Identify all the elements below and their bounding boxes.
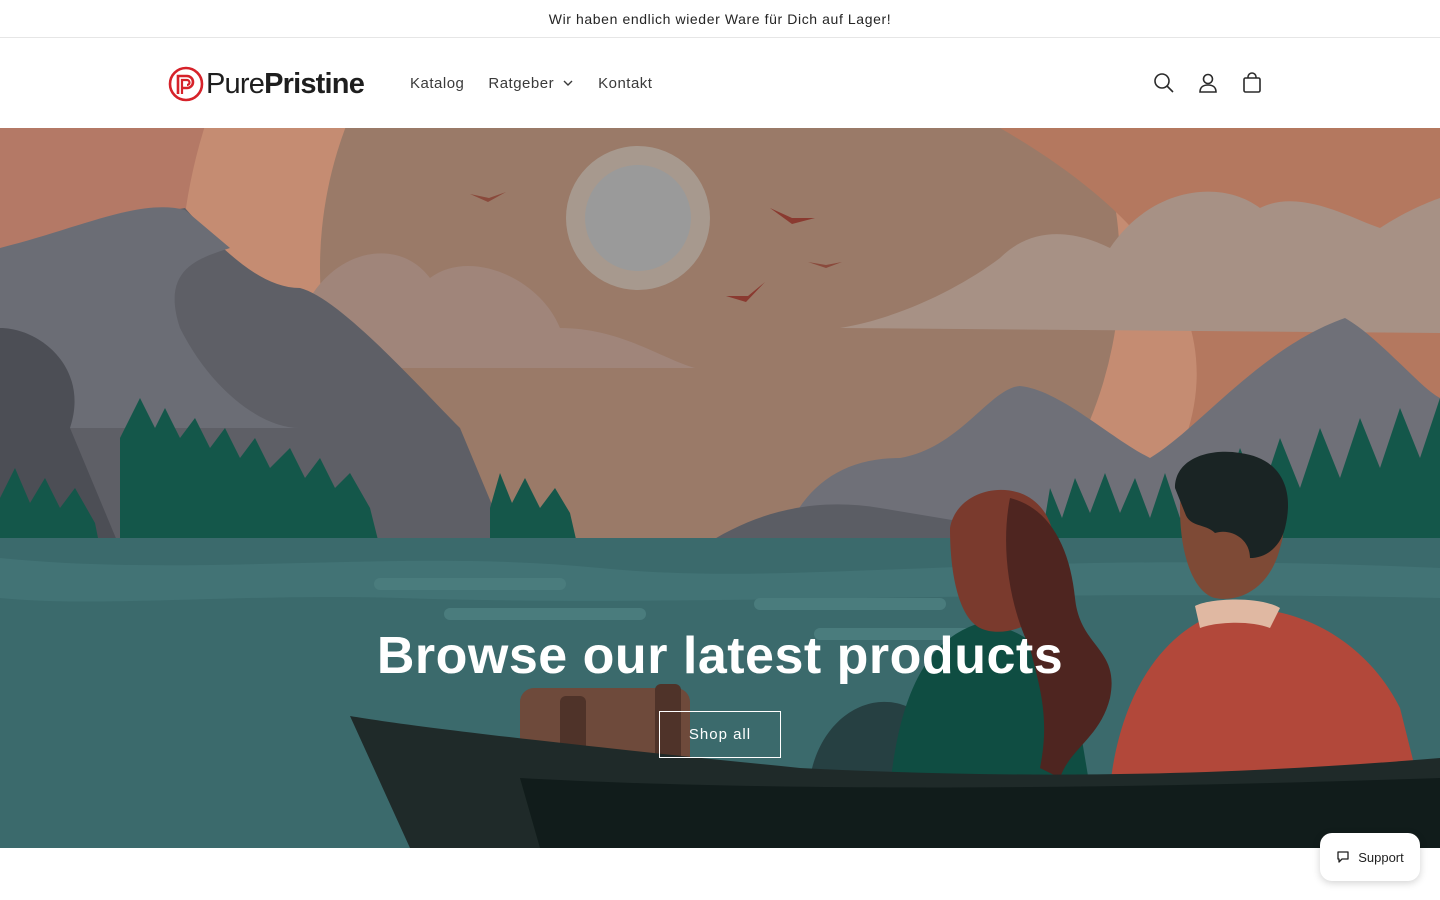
brand-logo-icon bbox=[168, 66, 204, 102]
announcement-bar: Wir haben endlich wieder Ware für Dich a… bbox=[0, 0, 1440, 38]
brand-wordmark-part2: Pristine bbox=[264, 67, 365, 100]
support-button[interactable]: Support bbox=[1320, 833, 1420, 881]
cart-icon bbox=[1243, 72, 1261, 93]
support-label: Support bbox=[1358, 849, 1404, 865]
cart-button[interactable] bbox=[1230, 61, 1274, 105]
site-header: PurePristine Katalog Ratgeber Kontakt bbox=[0, 39, 1440, 128]
chat-icon bbox=[1337, 851, 1349, 863]
shop-all-button[interactable]: Shop all bbox=[659, 711, 781, 758]
hero-content: Browse our latest products Shop all bbox=[0, 626, 1440, 758]
nav-item-label: Ratgeber bbox=[488, 74, 555, 92]
nav-item-label: Katalog bbox=[410, 74, 465, 92]
main-nav: Katalog Ratgeber Kontakt bbox=[398, 68, 664, 98]
announcement-text: Wir haben endlich wieder Ware für Dich a… bbox=[548, 10, 892, 27]
account-icon bbox=[1199, 73, 1217, 93]
search-button[interactable] bbox=[1142, 61, 1186, 105]
brand-wordmark-part1: Pure bbox=[206, 67, 265, 100]
header-icons bbox=[1142, 61, 1274, 105]
nav-item-kontakt[interactable]: Kontakt bbox=[586, 75, 664, 92]
nav-item-katalog[interactable]: Katalog bbox=[398, 75, 476, 92]
nav-item-ratgeber[interactable]: Ratgeber bbox=[476, 75, 586, 92]
search-icon bbox=[1154, 73, 1174, 93]
chevron-down-icon bbox=[563, 80, 573, 86]
account-button[interactable] bbox=[1186, 61, 1230, 105]
hero-banner: Browse our latest products Shop all bbox=[0, 128, 1440, 848]
brand-wordmark: PurePristine bbox=[206, 67, 365, 100]
logo-link[interactable]: PurePristine bbox=[168, 64, 373, 104]
hero-title: Browse our latest products bbox=[376, 627, 1064, 685]
nav-item-label: Kontakt bbox=[598, 74, 653, 92]
